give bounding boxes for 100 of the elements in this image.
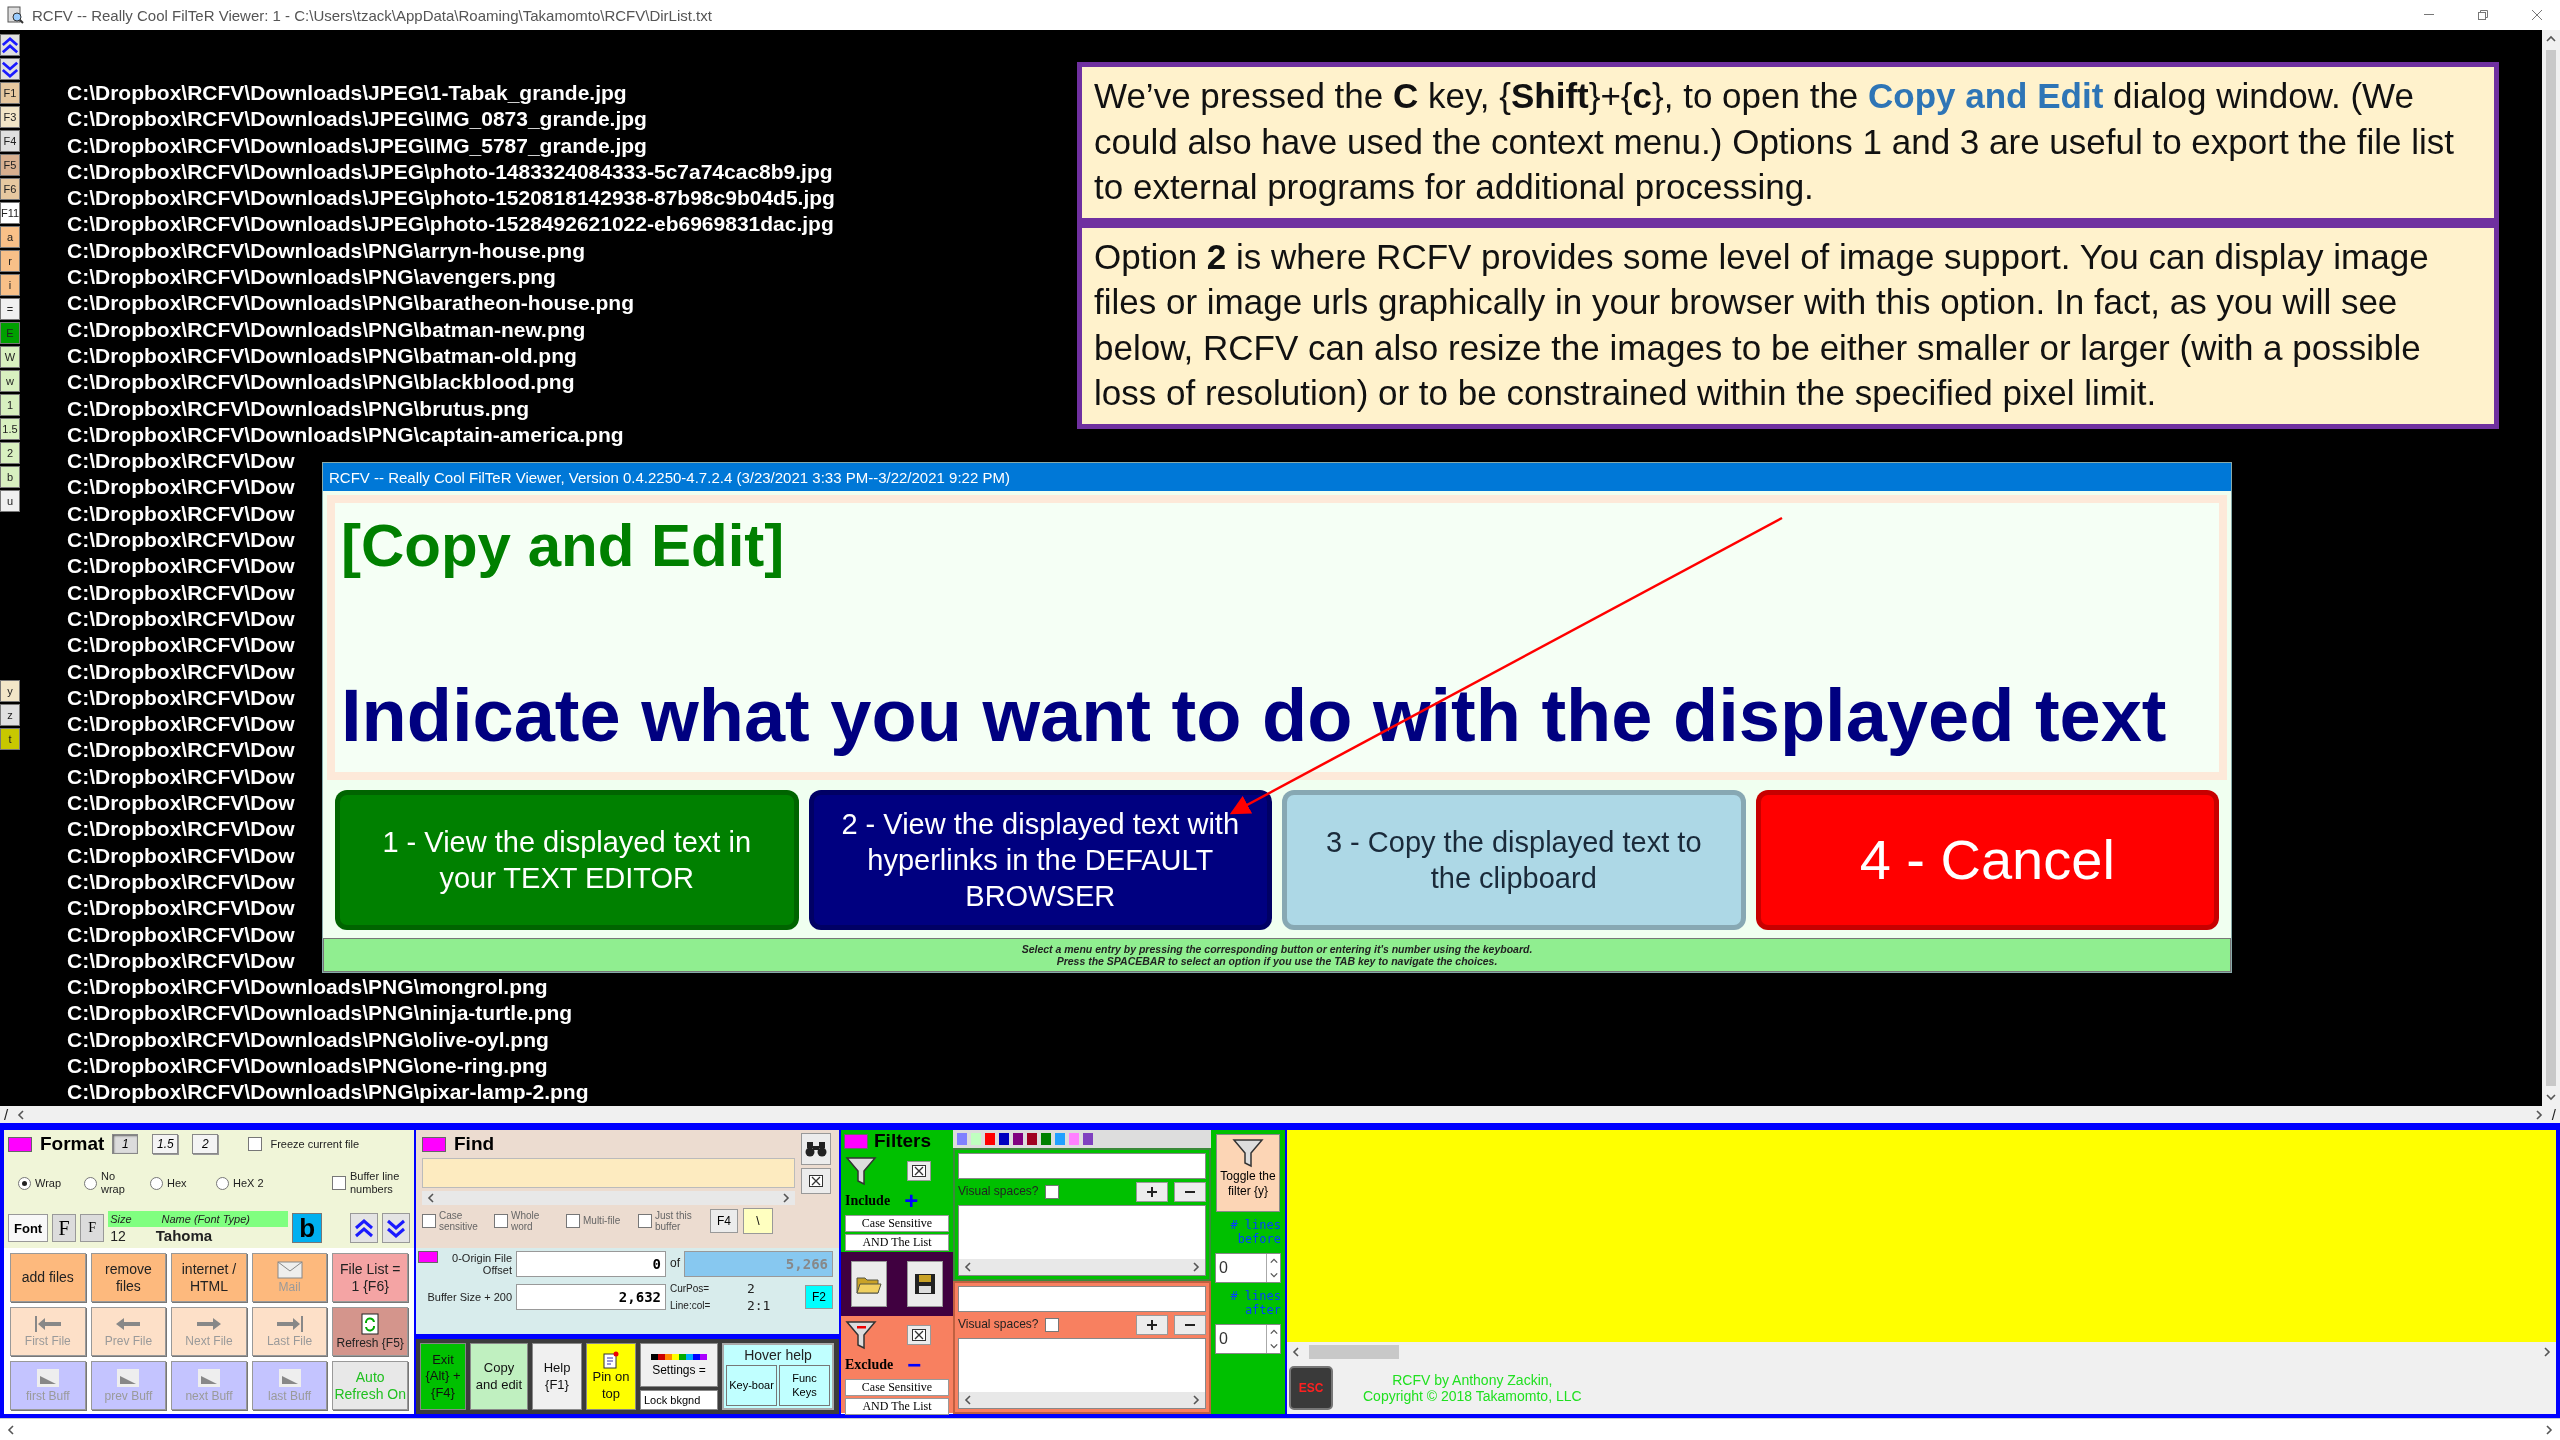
scroll-down-button[interactable] (382, 1213, 410, 1243)
settings-button[interactable]: Settings = (640, 1343, 718, 1387)
shortcut-key[interactable]: W (0, 346, 20, 368)
offset-field[interactable]: 0 (516, 1251, 666, 1277)
clear-button[interactable] (801, 1168, 831, 1194)
scroll-left-icon[interactable] (6, 1424, 16, 1435)
shortcut-key[interactable]: u (0, 490, 20, 512)
file-button[interactable]: remove files (90, 1253, 167, 1302)
save-button[interactable] (907, 1261, 943, 1307)
and-list-button[interactable]: AND The List (845, 1234, 949, 1251)
color-swatch[interactable] (985, 1133, 995, 1145)
help-button[interactable]: Key-boar (726, 1365, 777, 1406)
line-spacing-button[interactable]: 2 (192, 1134, 219, 1154)
action-button[interactable]: Exit {Alt} + {F4} (420, 1343, 466, 1410)
scroll-right-icon[interactable] (1191, 1262, 1201, 1272)
find-option-checkbox[interactable] (566, 1214, 580, 1228)
shortcut-key[interactable]: F5 (0, 154, 20, 176)
color-swatch[interactable] (1041, 1133, 1051, 1145)
font-button[interactable]: Font (8, 1214, 49, 1242)
search-field[interactable] (422, 1158, 795, 1188)
spin-up-icon[interactable] (1269, 1327, 1278, 1336)
shortcut-key[interactable]: b (0, 466, 20, 488)
color-swatch[interactable] (999, 1133, 1009, 1145)
scroll-left-icon[interactable] (963, 1262, 973, 1272)
action-button[interactable]: Copy and edit (470, 1343, 528, 1410)
toggle-filter-button[interactable]: Toggle the filter {y} (1216, 1134, 1280, 1212)
color-swatch[interactable] (957, 1133, 967, 1145)
find-option-checkbox[interactable] (638, 1214, 652, 1228)
line-spacing-button[interactable]: 1 (112, 1134, 139, 1154)
lines-before-spinner[interactable]: 0 (1215, 1252, 1281, 1283)
scroll-top-button[interactable] (0, 34, 20, 56)
shortcut-key[interactable]: 1.5 (0, 418, 20, 440)
case-sensitive-button[interactable]: Case Sensitive (845, 1215, 949, 1232)
scroll-left-icon[interactable] (1291, 1347, 1301, 1357)
spin-up-icon[interactable] (1269, 1256, 1278, 1265)
find-option-checkbox[interactable] (422, 1214, 436, 1228)
shortcut-key[interactable]: w (0, 370, 20, 392)
shortcut-key[interactable]: F11 (0, 202, 20, 224)
find-button[interactable] (801, 1133, 831, 1165)
scroll-right-icon[interactable] (1191, 1395, 1201, 1405)
action-button[interactable]: Help {F1} (532, 1343, 582, 1410)
color-swatch[interactable] (1055, 1133, 1065, 1145)
wrap-radio[interactable] (84, 1176, 97, 1190)
option-button[interactable]: 2 - View the displayed text with hyperlinks in the DEFAULT BROWSER (808, 790, 1272, 930)
shortcut-key[interactable]: E (0, 322, 20, 344)
filter-input[interactable] (958, 1153, 1206, 1179)
visual-spaces-checkbox[interactable] (1044, 1318, 1059, 1332)
shortcut-key[interactable]: 2 (0, 442, 20, 464)
color-swatch[interactable] (1083, 1133, 1093, 1145)
scroll-up-button[interactable] (350, 1213, 378, 1243)
file-button[interactable]: File List = 1 {F6} (332, 1253, 408, 1302)
clear-button[interactable] (907, 1161, 931, 1181)
shortcut-key[interactable]: i (0, 274, 20, 296)
remove-button[interactable] (1174, 1315, 1206, 1335)
freeze-checkbox[interactable] (248, 1137, 263, 1151)
wrap-radio[interactable] (18, 1176, 31, 1190)
scroll-right-icon[interactable] (2542, 1347, 2552, 1357)
case-sensitive-button[interactable]: Case Sensitive (845, 1379, 949, 1396)
clear-button[interactable] (907, 1325, 931, 1345)
filter-input[interactable] (958, 1286, 1206, 1312)
add-button[interactable] (1136, 1315, 1168, 1335)
scroll-left-icon[interactable] (426, 1193, 436, 1203)
buffer-size-field[interactable]: 2,632 (516, 1284, 666, 1310)
scroll-up-icon[interactable] (2546, 34, 2556, 44)
scroll-thumb[interactable] (2546, 50, 2556, 1086)
backslash-button[interactable]: \ (743, 1208, 773, 1234)
file-button[interactable]: add files (10, 1253, 86, 1302)
line-numbers-checkbox[interactable] (332, 1176, 346, 1190)
lock-background-field[interactable]: Lock bkgnd (640, 1390, 718, 1410)
color-swatch[interactable] (1069, 1133, 1079, 1145)
remove-button[interactable] (1174, 1182, 1206, 1202)
option-button[interactable]: 3 - Copy the displayed text to the clipboard (1282, 790, 1746, 930)
shortcut-key[interactable]: z (0, 704, 20, 726)
color-swatch[interactable] (1013, 1133, 1023, 1145)
shortcut-key[interactable]: F3 (0, 106, 20, 128)
spin-down-icon[interactable] (1269, 1270, 1278, 1279)
shortcut-key[interactable]: F6 (0, 178, 20, 200)
line-spacing-button[interactable]: 1.5 (152, 1134, 179, 1154)
shortcut-key[interactable]: r (0, 250, 20, 272)
wrap-radio[interactable] (216, 1176, 229, 1190)
small-font-button[interactable]: F (80, 1214, 105, 1242)
file-button[interactable]: internet / HTML (171, 1253, 247, 1302)
scroll-right-icon[interactable] (781, 1193, 791, 1203)
f2-button[interactable]: F2 (805, 1285, 833, 1309)
color-swatch[interactable] (971, 1133, 981, 1145)
and-list-button[interactable]: AND The List (845, 1398, 949, 1415)
shortcut-key[interactable]: F4 (0, 130, 20, 152)
shortcut-key[interactable]: 1 (0, 394, 20, 416)
scroll-left-icon[interactable] (16, 1109, 27, 1120)
shortcut-key[interactable]: y (0, 680, 20, 702)
shortcut-key[interactable]: F1 (0, 82, 20, 104)
color-swatch[interactable] (1027, 1133, 1037, 1145)
option-button[interactable]: 4 - Cancel (1755, 790, 2219, 930)
open-button[interactable] (851, 1261, 887, 1307)
file-button[interactable]: Refresh {F5} (332, 1307, 408, 1356)
shortcut-key[interactable]: t (0, 728, 20, 750)
f4-button[interactable]: F4 (710, 1209, 738, 1233)
scroll-left-icon[interactable] (963, 1395, 973, 1405)
option-button[interactable]: 1 - View the displayed text in your TEXT EDITOR (335, 790, 799, 930)
serif-font-button[interactable]: F (52, 1214, 77, 1242)
